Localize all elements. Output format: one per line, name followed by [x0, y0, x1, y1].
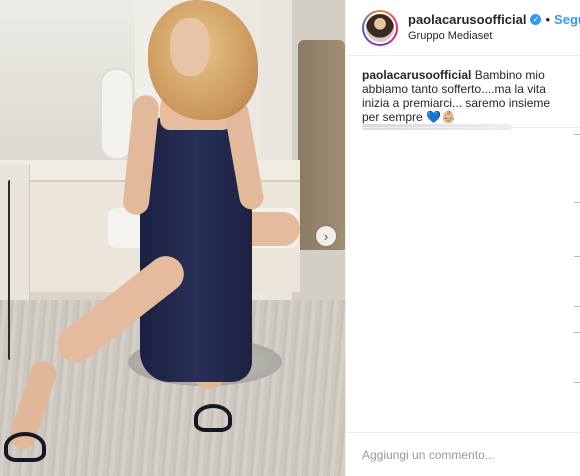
username-link[interactable]: paolacarusoofficial: [408, 11, 526, 28]
verified-badge-icon: ✓: [530, 13, 542, 25]
photo-cable: [8, 180, 12, 360]
comment-form: [346, 432, 580, 476]
post-side-panel: paolacarusoofficial ✓ • Segui Gruppo Med…: [345, 0, 580, 476]
caption-divider: [362, 127, 580, 128]
photo-figure-shoe-left: [4, 432, 46, 462]
location-link[interactable]: Gruppo Mediaset: [408, 28, 580, 45]
comment-list-edge: [572, 120, 580, 400]
photo-figure-face: [170, 18, 210, 76]
chevron-right-icon: ›: [323, 228, 329, 244]
avatar[interactable]: [364, 11, 396, 44]
photo-figure-shoe-right: [194, 404, 232, 432]
instagram-post: › paolacarusoofficial ✓ • Segui Gruppo M…: [0, 0, 580, 476]
post-photo[interactable]: ›: [0, 0, 345, 476]
separator-dot: •: [545, 11, 551, 27]
story-ring[interactable]: [362, 9, 398, 46]
comment-input[interactable]: [362, 447, 562, 462]
photo-coat: [298, 40, 345, 250]
header-text: paolacarusoofficial ✓ • Segui Gruppo Med…: [408, 11, 580, 45]
header-user-row: paolacarusoofficial ✓ • Segui: [408, 11, 580, 28]
carousel-next-button[interactable]: ›: [316, 226, 336, 246]
caption-overflow-fade: [346, 124, 580, 132]
post-header: paolacarusoofficial ✓ • Segui Gruppo Med…: [346, 0, 580, 56]
caption-author-link[interactable]: paolacarusoofficial: [362, 68, 471, 82]
follow-button[interactable]: Segui: [554, 11, 580, 28]
post-caption: paolacarusoofficial Bambino mio abbiamo …: [346, 56, 580, 124]
